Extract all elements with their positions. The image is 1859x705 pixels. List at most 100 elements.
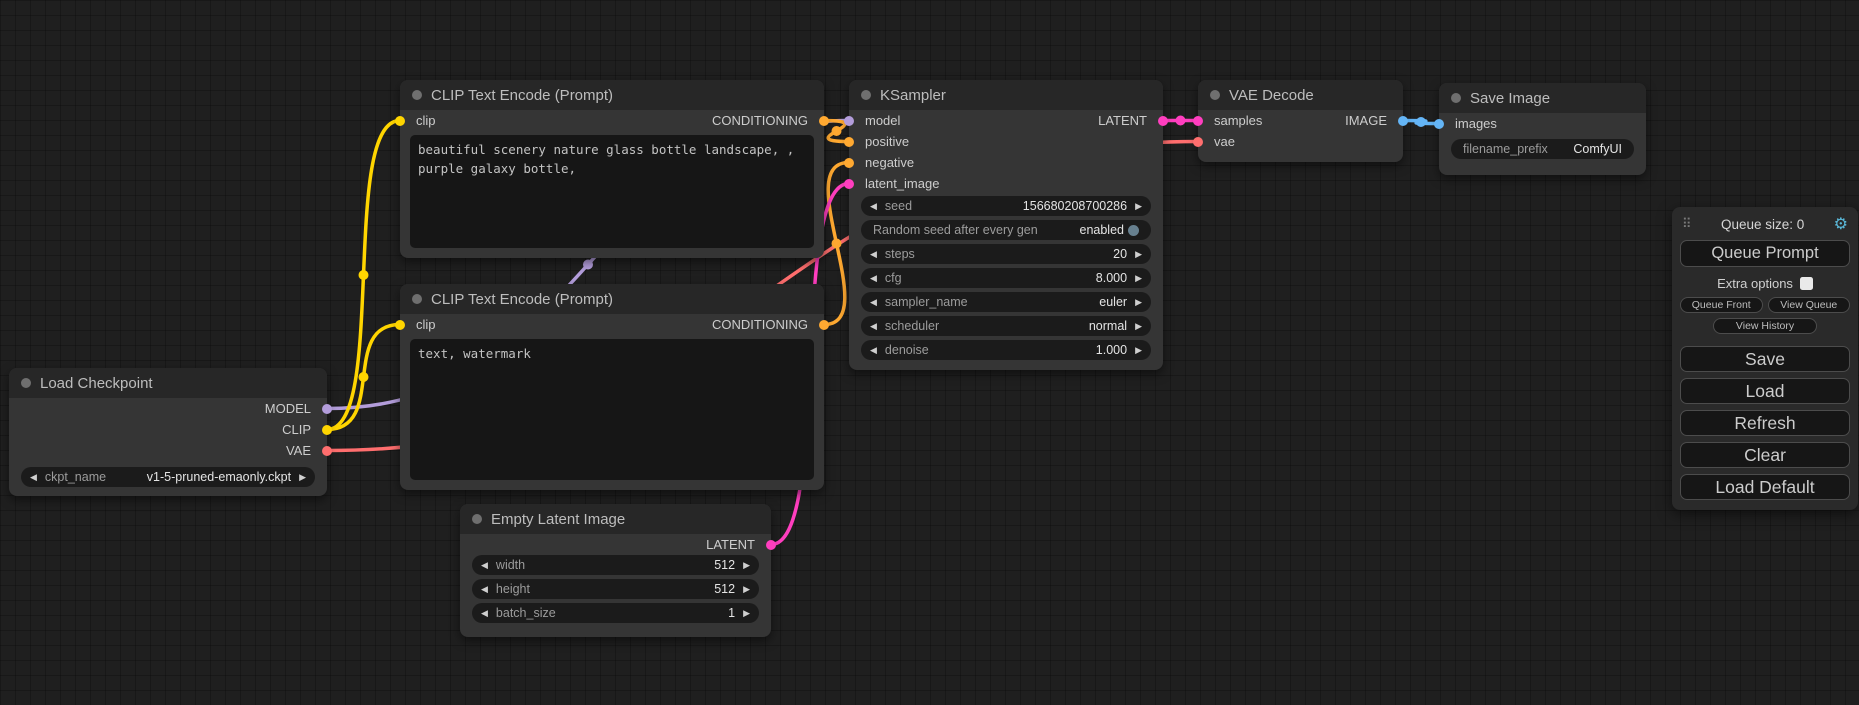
increment-arrow-icon[interactable]: ▶ [743,608,750,619]
seed-control-widget[interactable]: Random seed after every gen enabled [861,220,1151,240]
decrement-arrow-icon[interactable]: ◀ [870,249,877,260]
slot-label: LATENT [706,537,755,552]
increment-arrow-icon[interactable]: ▶ [1135,321,1142,332]
widget-label: Random seed after every gen [873,223,1038,237]
latent-image-input-dot[interactable] [844,179,854,189]
collapse-toggle-icon[interactable] [1210,90,1220,100]
clip-input-dot[interactable] [395,320,405,330]
clip-input-dot[interactable] [395,116,405,126]
batch-size-widget[interactable]: ◀ batch_size 1 ▶ [472,603,759,623]
node-ksampler[interactable]: KSampler model LATENT positive negative … [849,80,1163,370]
increment-arrow-icon[interactable]: ▶ [1135,345,1142,356]
increment-arrow-icon[interactable]: ▶ [743,560,750,571]
graph-canvas[interactable]: Load Checkpoint MODEL CLIP VAE ◀ ckpt_na… [0,0,1859,705]
collapse-toggle-icon[interactable] [472,514,482,524]
toggle-indicator[interactable] [1128,225,1139,236]
node-title-bar[interactable]: CLIP Text Encode (Prompt) [400,284,824,314]
node-load-checkpoint[interactable]: Load Checkpoint MODEL CLIP VAE ◀ ckpt_na… [9,368,327,496]
width-widget[interactable]: ◀ width 512 ▶ [472,555,759,575]
negative-prompt-textarea[interactable]: text, watermark [410,339,814,480]
denoise-widget[interactable]: ◀ denoise 1.000 ▶ [861,340,1151,360]
scheduler-widget[interactable]: ◀ scheduler normal ▶ [861,316,1151,336]
widget-label: batch_size [496,606,556,620]
decrement-arrow-icon[interactable]: ◀ [481,584,488,595]
save-button[interactable]: Save [1680,346,1850,372]
widget-value: v1-5-pruned-emaonly.ckpt [147,470,291,484]
node-empty-latent-image[interactable]: Empty Latent Image LATENT ◀ width 512 ▶ … [460,504,771,637]
decrement-arrow-icon[interactable]: ◀ [481,560,488,571]
load-default-button[interactable]: Load Default [1680,474,1850,500]
negative-input-dot[interactable] [844,158,854,168]
input-slot-negative: negative [849,152,1163,173]
refresh-button[interactable]: Refresh [1680,410,1850,436]
node-vae-decode[interactable]: VAE Decode samples IMAGE vae [1198,80,1403,162]
collapse-toggle-icon[interactable] [1451,93,1461,103]
clip-output-dot[interactable] [322,425,332,435]
queue-front-button[interactable]: Queue Front [1680,297,1763,313]
node-title-bar[interactable]: VAE Decode [1198,80,1403,110]
node-title-bar[interactable]: KSampler [849,80,1163,110]
decrement-arrow-icon[interactable]: ◀ [870,321,877,332]
view-queue-button[interactable]: View Queue [1768,297,1851,313]
images-input-dot[interactable] [1434,119,1444,129]
extra-options-checkbox[interactable] [1800,277,1813,290]
decrement-arrow-icon[interactable]: ◀ [870,297,877,308]
slot-label: clip [416,113,436,128]
slot-label: positive [865,134,909,149]
node-title: Save Image [1470,90,1550,107]
queue-prompt-button[interactable]: Queue Prompt [1680,240,1850,267]
node-title-bar[interactable]: Empty Latent Image [460,504,771,534]
latent-output-dot[interactable] [766,540,776,550]
node-save-image[interactable]: Save Image images filename_prefix ComfyU… [1439,83,1646,175]
clear-button[interactable]: Clear [1680,442,1850,468]
model-input-dot[interactable] [844,116,854,126]
sampler-name-widget[interactable]: ◀ sampler_name euler ▶ [861,292,1151,312]
view-history-button[interactable]: View History [1713,318,1817,334]
collapse-toggle-icon[interactable] [21,378,31,388]
decrement-arrow-icon[interactable]: ◀ [30,472,37,483]
node-title-bar[interactable]: Save Image [1439,83,1646,113]
decrement-arrow-icon[interactable]: ◀ [870,273,877,284]
vae-output-dot[interactable] [322,446,332,456]
node-clip-text-encode-negative[interactable]: CLIP Text Encode (Prompt) clip CONDITION… [400,284,824,490]
height-widget[interactable]: ◀ height 512 ▶ [472,579,759,599]
collapse-toggle-icon[interactable] [412,90,422,100]
increment-arrow-icon[interactable]: ▶ [743,584,750,595]
increment-arrow-icon[interactable]: ▶ [1135,201,1142,212]
node-clip-text-encode-positive[interactable]: CLIP Text Encode (Prompt) clip CONDITION… [400,80,824,258]
queue-small-buttons-row: Queue Front View Queue [1680,297,1850,313]
node-title-bar[interactable]: Load Checkpoint [9,368,327,398]
slot-label: LATENT [1098,113,1147,128]
decrement-arrow-icon[interactable]: ◀ [870,345,877,356]
image-output-dot[interactable] [1398,116,1408,126]
positive-prompt-textarea[interactable]: beautiful scenery nature glass bottle la… [410,135,814,248]
collapse-toggle-icon[interactable] [412,294,422,304]
samples-input-dot[interactable] [1193,116,1203,126]
cfg-widget[interactable]: ◀ cfg 8.000 ▶ [861,268,1151,288]
ckpt-name-widget[interactable]: ◀ ckpt_name v1-5-pruned-emaonly.ckpt ▶ [21,467,315,487]
vae-input-dot[interactable] [1193,137,1203,147]
widget-value: 1.000 [1096,343,1127,357]
load-button[interactable]: Load [1680,378,1850,404]
filename-prefix-widget[interactable]: filename_prefix ComfyUI [1451,139,1634,159]
collapse-toggle-icon[interactable] [861,90,871,100]
widget-value: normal [1089,319,1127,333]
increment-arrow-icon[interactable]: ▶ [1135,297,1142,308]
decrement-arrow-icon[interactable]: ◀ [870,201,877,212]
node-title-bar[interactable]: CLIP Text Encode (Prompt) [400,80,824,110]
seed-widget[interactable]: ◀ seed 156680208700286 ▶ [861,196,1151,216]
decrement-arrow-icon[interactable]: ◀ [481,608,488,619]
increment-arrow-icon[interactable]: ▶ [299,472,306,483]
positive-input-dot[interactable] [844,137,854,147]
increment-arrow-icon[interactable]: ▶ [1135,273,1142,284]
conditioning-output-dot[interactable] [819,320,829,330]
output-slot-latent: LATENT [460,534,771,555]
conditioning-output-dot[interactable] [819,116,829,126]
settings-gear-icon[interactable]: ⚙ [1834,214,1848,234]
steps-widget[interactable]: ◀ steps 20 ▶ [861,244,1151,264]
latent-output-dot[interactable] [1158,116,1168,126]
increment-arrow-icon[interactable]: ▶ [1135,249,1142,260]
node-title: Load Checkpoint [40,375,153,392]
model-output-dot[interactable] [322,404,332,414]
drag-handle-icon[interactable]: ⠿ [1682,216,1692,232]
